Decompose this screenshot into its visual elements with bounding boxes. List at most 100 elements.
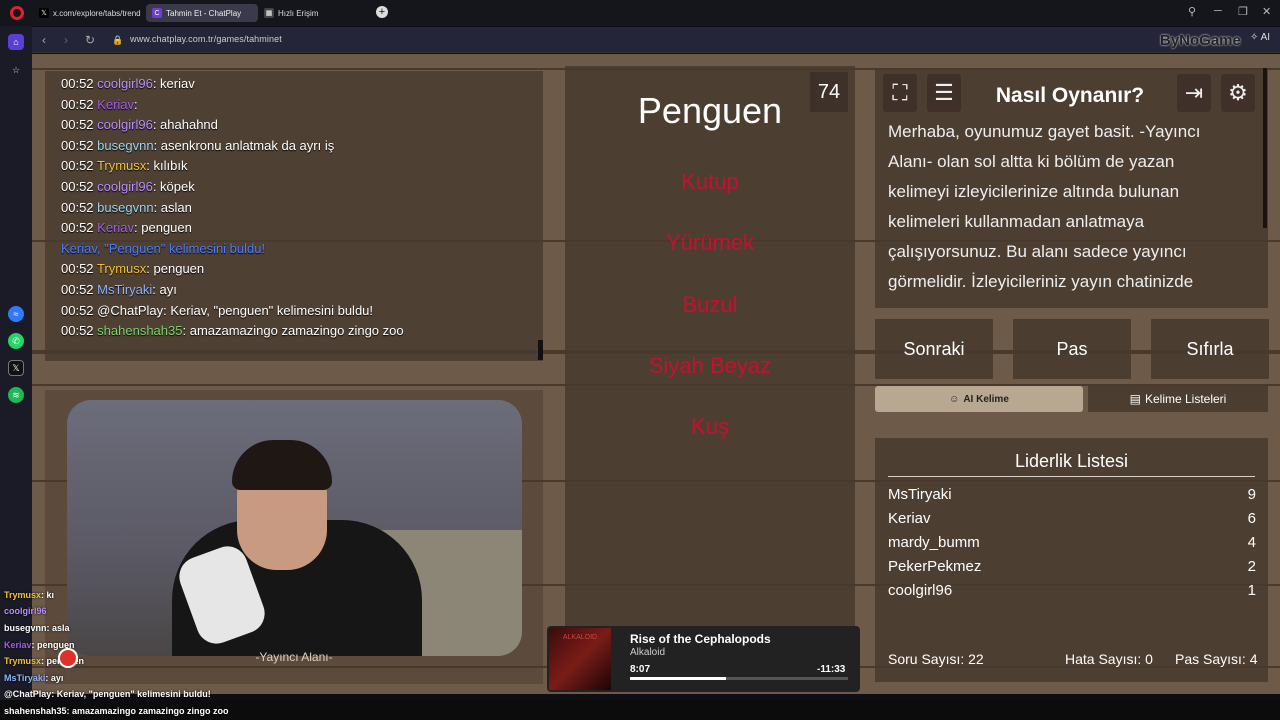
leaderboard-score: 6 [1247,510,1256,527]
overlay-chat-username: Trymusx [4,590,42,600]
tab-label: x.com/explore/tabs/trend [53,8,141,18]
tab-quick-access[interactable]: ▦ Hızlı Erişim [258,4,348,22]
ai-word-button[interactable]: ☺ AI Kelime [875,386,1083,412]
document-icon[interactable]: ☰ [927,74,961,112]
address-bar: ‹ › ↻ 🔒 www.chatplay.com.tr/games/tahmin… [32,27,1280,53]
fullscreen-icon[interactable]: ⛶ [883,74,917,112]
chat-time: 00:52 [61,261,94,277]
chat-text: : aslan [153,199,192,215]
chat-username[interactable]: Keriav [97,97,134,112]
chat-time: 00:52 [61,220,94,236]
chat-message: 00:52 Keriav: [61,97,138,112]
overlay-chat-text: : ayı [45,673,64,683]
how-to-play-title: Nasıl Oynanır? [995,84,1145,107]
chat-username[interactable]: shahenshah35 [97,323,182,338]
chat-time: 00:52 [61,199,94,215]
logout-icon[interactable]: ⇥ [1177,74,1211,112]
chat-text: : amazamazingo zamazingo zingo zoo [182,323,404,339]
chat-time: 00:52 [61,96,94,112]
tab-x[interactable]: 𝕏 x.com/explore/tabs/trend [33,4,143,22]
chat-time: 00:52 [61,323,94,339]
search-icon[interactable]: ⚲ [1188,5,1196,18]
overlay-chat-message: MsTiryaki: ayı [4,673,63,683]
chat-username[interactable]: Trymusx [97,158,146,173]
next-button[interactable]: Sonraki [875,319,993,379]
x-icon[interactable]: 𝕏 [8,360,24,376]
chat-username[interactable]: coolgirl96 [97,179,153,194]
chat-text: : Keriav, "penguen" kelimesini buldu! [163,302,374,318]
clipboard-icon: ▤ [1129,392,1141,406]
ai-button[interactable]: ✧ AI [1250,32,1270,43]
overlay-chat-message: coolgirl96 [4,606,47,616]
home-icon[interactable]: ⌂ [8,34,24,50]
track-artist: Alkaloid [630,647,666,658]
forward-icon[interactable]: › [64,33,68,47]
chat-scrollbar[interactable] [538,340,543,360]
chat-username[interactable]: MsTiryaki [97,282,152,297]
reset-button[interactable]: Sıfırla [1151,319,1269,379]
back-icon[interactable]: ‹ [42,33,46,47]
browser-tab-bar: 𝕏 x.com/explore/tabs/trend C Tahmin Et -… [0,0,1280,26]
overlay-chat-username: shahenshah35 [4,706,67,716]
chat-message: 00:52 busegvnn: aslan [61,200,192,215]
maximize-icon[interactable]: ❐ [1238,5,1248,18]
chat-message: 00:52 coolgirl96: ahahahnd [61,117,218,132]
tab-label: Hızlı Erişim [278,8,319,18]
instructions-text: Merhaba, oyunumuz gayet basit. -Yayıncı … [888,122,1201,305]
tab-chatplay[interactable]: C Tahmin Et - ChatPlay [146,4,258,22]
reload-icon[interactable]: ↻ [85,33,95,47]
chat-username[interactable]: coolgirl96 [97,76,153,91]
minimize-icon[interactable]: ─ [1214,5,1222,17]
question-count: Soru Sayısı: 22 [888,651,984,667]
chat-username[interactable]: @ChatPlay [97,303,163,318]
opera-logo-icon[interactable] [10,6,24,20]
spotify-icon[interactable]: ≋ [8,387,24,403]
star-icon[interactable]: ☆ [8,62,24,78]
chat-username[interactable]: coolgirl96 [97,117,153,132]
pass-button[interactable]: Pas [1013,319,1131,379]
overlay-chat-text: : asla [46,623,70,633]
system-message-text: Keriav, "Penguen" kelimesini buldu! [61,240,266,256]
chat-username[interactable]: Keriav [97,220,134,235]
chat-username[interactable]: busegvnn [97,200,153,215]
chat-time: 00:52 [61,179,94,194]
whatsapp-icon[interactable]: ✆ [8,333,24,349]
lock-icon: 🔒 [112,35,124,45]
leaderboard-name: MsTiryaki [888,486,952,503]
remaining-time: -11:33 [817,664,846,675]
leaderboard-title: Liderlik Listesi [1014,451,1129,471]
word-lists-label: Kelime Listeleri [1144,392,1227,406]
chat-message: 00:52 busegvnn: asenkronu anlatmak da ay… [61,138,334,153]
overlay-chat-text: : kı [41,590,55,600]
streamer-area-label: -Yayıncı Alanı- [255,650,333,664]
chat-username[interactable]: busegvnn [97,138,153,153]
word-lists-button[interactable]: ▤ Kelime Listeleri [1088,386,1268,412]
chat-message: 00:52 Trymusx: kılıbık [61,158,187,173]
url-field[interactable]: www.chatplay.com.tr/games/tahminet [130,34,282,44]
chat-message: 00:52 coolgirl96: keriav [61,76,195,91]
leaderboard-score: 4 [1247,534,1256,551]
forbidden-word: Yürümek [665,230,755,255]
elapsed-time: 8:07 [630,664,651,675]
chat-time: 00:52 [61,302,94,318]
chat-username[interactable]: Trymusx [97,261,146,276]
new-tab-button[interactable]: + [376,6,388,18]
music-widget: ALKALOID Rise of the Cephalopods Alkaloi… [547,626,860,692]
leaderboard-score: 9 [1247,486,1256,503]
close-icon[interactable]: ✕ [1262,5,1271,18]
progress-track[interactable] [630,677,848,680]
leaderboard-name: coolgirl96 [888,582,953,599]
overlay-chat-username: MsTiryaki [4,673,46,683]
progress-fill [630,677,726,680]
gear-icon[interactable]: ⚙ [1221,74,1255,112]
messenger-icon[interactable]: ≈ [8,306,24,322]
chat-text: : penguen [134,220,192,236]
leaderboard-score: 1 [1247,582,1256,599]
overlay-chat-username: Trymusx [4,656,42,666]
chat-text: : kılıbık [146,158,188,174]
overlay-chat-username: coolgirl96 [4,606,47,616]
overlay-chat-text: : amazamazingo zamazingo zingo zoo [66,706,229,716]
chat-text: : asenkronu anlatmak da ayrı iş [153,137,335,153]
instructions-scrollbar[interactable] [1263,68,1267,228]
tab-label: Tahmin Et - ChatPlay [166,8,242,18]
